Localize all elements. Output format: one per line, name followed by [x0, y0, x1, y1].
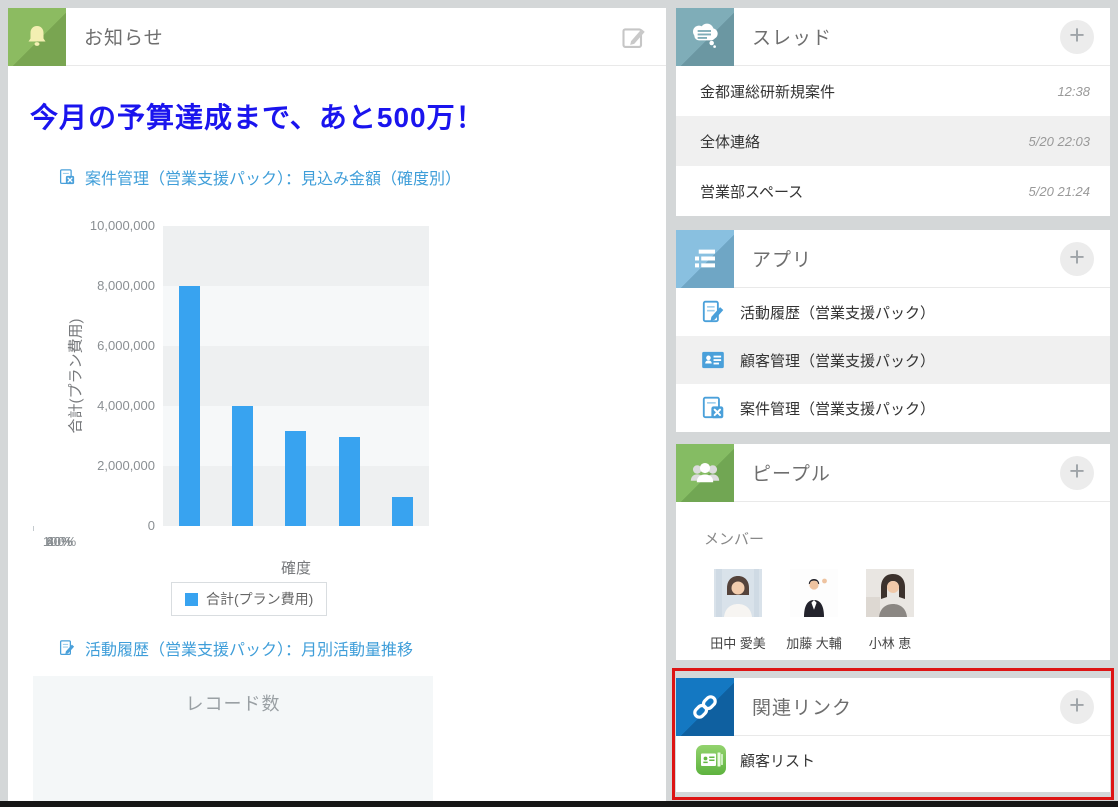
add-people-button[interactable]: +	[1060, 456, 1094, 490]
y-tick: 0	[33, 518, 155, 533]
people-panel: ピープル + メンバー 田中 愛美	[676, 444, 1110, 660]
avatar	[714, 569, 762, 617]
thread-title: 全体連絡	[700, 131, 760, 152]
related-link-row[interactable]: 顧客リスト	[676, 736, 1110, 784]
chart2-link-label: 活動履歴（営業支援パック）：月別活動量推移	[85, 636, 413, 660]
app-row[interactable]: 顧客管理（営業支援パック）	[676, 336, 1110, 384]
chart-plot-area	[163, 226, 429, 526]
bar-80pct	[232, 406, 253, 526]
thread-title: 金都運総研新規案件	[700, 81, 835, 102]
apps-panel: アプリ + 活動履歴（営業支援パック） 顧客管理（営業支援パック）	[676, 230, 1110, 432]
threads-panel-title: スレッド	[752, 23, 832, 50]
thread-timestamp: 12:38	[1057, 84, 1090, 99]
window-bottom-edge	[0, 801, 1118, 807]
app-row[interactable]: 案件管理（営業支援パック）	[676, 384, 1110, 432]
people-panel-header: ピープル +	[676, 444, 1110, 502]
thread-row[interactable]: 営業部スペース 5/20 21:24	[676, 166, 1110, 216]
thread-title: 営業部スペース	[700, 181, 803, 202]
records-chart-title: レコード数	[33, 676, 433, 716]
bar-40pct	[179, 286, 200, 526]
related-link-label: 顧客リスト	[740, 750, 815, 771]
case-doc-icon	[58, 168, 76, 186]
member-name: 加藤 大輔	[786, 633, 842, 652]
chart-x-axis-label: 確度	[163, 557, 429, 578]
app-list-icon	[676, 230, 734, 288]
member-item[interactable]: 小林 恵	[852, 569, 928, 652]
avatar	[790, 569, 838, 617]
people-panel-title: ピープル	[752, 459, 831, 486]
related-links-header: 関連リンク +	[676, 678, 1110, 736]
threads-panel-header: スレッド +	[676, 8, 1110, 66]
add-link-button[interactable]: +	[1060, 690, 1094, 724]
x-tickmark	[33, 526, 34, 531]
legend-label: 合計(プラン費用)	[206, 589, 313, 609]
forecast-bar-chart: 合計(プラン費用) 10,000,000 8,000,000 6,000,000…	[33, 210, 433, 625]
notice-panel: お知らせ 今月の予算達成まで、あと500万！ 案件管理（営業支援パック）：見込み…	[8, 8, 666, 802]
chart1-link-label: 案件管理（営業支援パック）：見込み金額（確度別）	[85, 165, 461, 189]
app-label: 活動履歴（営業支援パック）	[740, 302, 935, 323]
chain-link-icon	[676, 678, 734, 736]
activity-doc-icon	[700, 299, 726, 325]
case-doc-icon	[700, 395, 726, 421]
related-links-title: 関連リンク	[752, 693, 852, 720]
y-tick: 8,000,000	[33, 278, 155, 293]
customer-id-card-icon	[700, 347, 726, 373]
y-tick: 6,000,000	[33, 338, 155, 353]
apps-panel-header: アプリ +	[676, 230, 1110, 288]
chart-y-axis-label: 合計(プラン費用)	[65, 319, 86, 434]
bar-100pct	[392, 497, 413, 526]
thread-timestamp: 5/20 22:03	[1029, 134, 1090, 149]
activity-doc-icon	[58, 639, 76, 657]
edit-icon[interactable]	[620, 23, 648, 51]
thread-row[interactable]: 金都運総研新規案件 12:38	[676, 66, 1110, 116]
y-tick: 2,000,000	[33, 458, 155, 473]
member-item[interactable]: 田中 愛美	[700, 569, 776, 652]
app-label: 案件管理（営業支援パック）	[740, 398, 935, 419]
app-row[interactable]: 活動履歴（営業支援パック）	[676, 288, 1110, 336]
members-row: 田中 愛美 加藤 大輔	[700, 569, 1110, 652]
chart1-link[interactable]: 案件管理（営業支援パック）：見込み金額（確度別）	[58, 165, 461, 189]
y-tick: 10,000,000	[33, 218, 155, 233]
thread-row[interactable]: 全体連絡 5/20 22:03	[676, 116, 1110, 166]
announcement-text: 今月の予算達成まで、あと500万！	[30, 96, 485, 136]
thread-bubble-icon	[676, 8, 734, 66]
x-category: 100%	[33, 534, 86, 549]
avatar	[866, 569, 914, 617]
member-name: 田中 愛美	[710, 633, 766, 652]
notice-panel-title: お知らせ	[84, 23, 164, 50]
add-thread-button[interactable]: +	[1060, 20, 1094, 54]
notice-panel-header: お知らせ	[8, 8, 666, 66]
member-name: 小林 恵	[869, 633, 912, 652]
kintone-portal: お知らせ 今月の予算達成まで、あと500万！ 案件管理（営業支援パック）：見込み…	[0, 0, 1118, 807]
bar-60pct	[285, 431, 306, 526]
bar-20pct	[339, 437, 360, 526]
thread-timestamp: 5/20 21:24	[1029, 184, 1090, 199]
people-group-icon	[676, 444, 734, 502]
apps-panel-title: アプリ	[752, 245, 812, 272]
threads-panel: スレッド + 金都運総研新規案件 12:38 全体連絡 5/20 22:03 営…	[676, 8, 1110, 216]
legend-swatch	[185, 593, 198, 606]
member-item[interactable]: 加藤 大輔	[776, 569, 852, 652]
customer-list-icon	[694, 743, 728, 777]
chart2-link[interactable]: 活動履歴（営業支援パック）：月別活動量推移	[58, 636, 413, 660]
app-label: 顧客管理（営業支援パック）	[740, 350, 935, 371]
chart-legend: 合計(プラン費用)	[171, 582, 327, 616]
y-tick: 4,000,000	[33, 398, 155, 413]
add-app-button[interactable]: +	[1060, 242, 1094, 276]
records-chart-block: レコード数	[33, 676, 433, 802]
related-links-panel: 関連リンク + 顧客リスト	[676, 678, 1110, 792]
bell-icon	[8, 8, 66, 66]
members-group-label: メンバー	[704, 528, 1110, 549]
